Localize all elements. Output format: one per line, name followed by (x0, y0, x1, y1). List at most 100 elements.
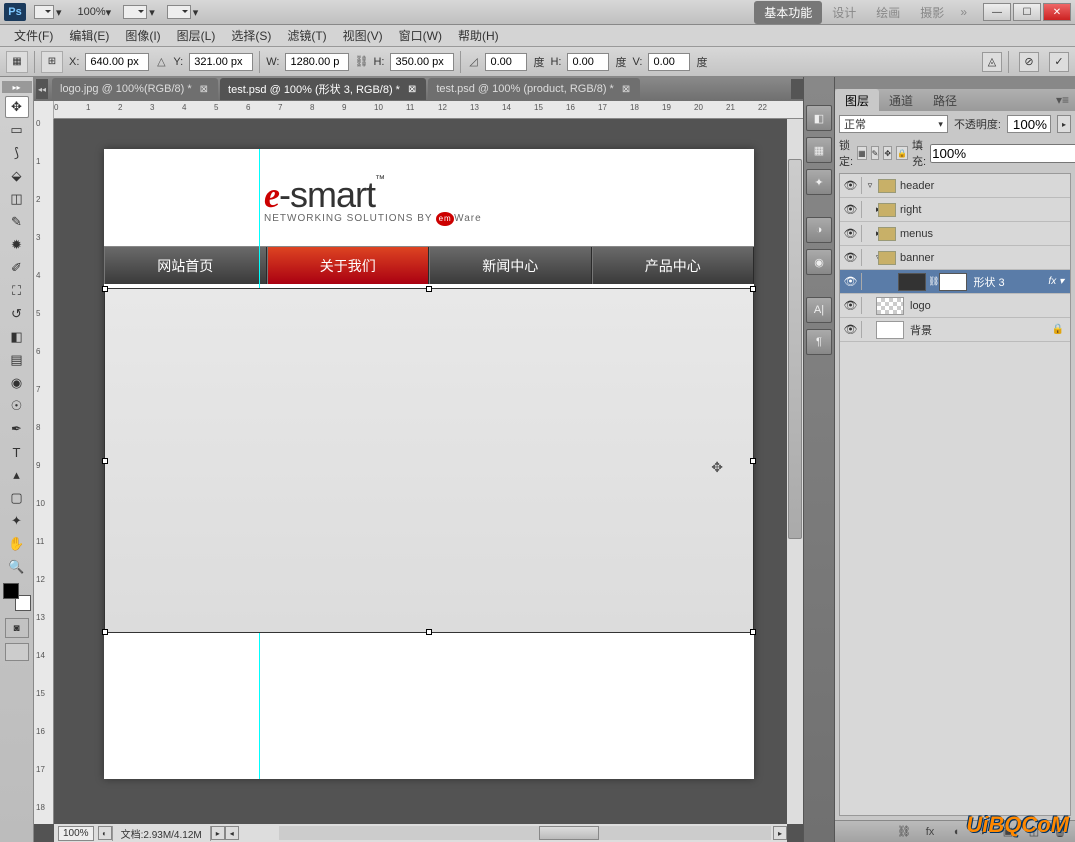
shape-tool[interactable]: ▢ (5, 487, 29, 509)
h-input[interactable] (390, 53, 454, 71)
document-tab[interactable]: test.psd @ 100% (product, RGB/8) *⊠ (428, 78, 640, 100)
marquee-tool[interactable]: ▭ (5, 119, 29, 141)
visibility-icon[interactable]: 👁 (840, 297, 862, 314)
link-layers-icon[interactable]: ⛓ (895, 824, 913, 840)
panel-menu-icon[interactable]: ▾≡ (1050, 93, 1075, 107)
layer-name[interactable]: logo (910, 300, 931, 312)
stamp-tool[interactable]: ⛶ (5, 280, 29, 302)
canvas-viewport[interactable]: e-smart™ NETWORKING SOLUTIONS BY emWare … (54, 119, 803, 842)
menu-edit[interactable]: 编辑(E) (61, 25, 117, 46)
maximize-button[interactable]: ☐ (1013, 3, 1041, 21)
horizontal-scrollbar[interactable] (279, 826, 771, 840)
dock-adjust-icon[interactable]: ◑ (806, 217, 832, 243)
zoom-tool[interactable]: 🔍 (5, 556, 29, 578)
transform-handle[interactable] (750, 286, 756, 292)
panel-collapse-icon[interactable] (835, 77, 1075, 89)
blur-tool[interactable]: ◉ (5, 372, 29, 394)
visibility-icon[interactable]: 👁 (840, 249, 862, 266)
cancel-transform-button[interactable]: ⊘ (1019, 52, 1039, 72)
layer-name[interactable]: banner (900, 252, 934, 264)
pen-tool[interactable]: ✒ (5, 418, 29, 440)
transform-handle[interactable] (102, 286, 108, 292)
layer-name[interactable]: menus (900, 228, 933, 240)
dock-para-icon[interactable]: ¶ (806, 329, 832, 355)
transform-handle[interactable] (102, 629, 108, 635)
lock-pixels-icon[interactable]: ✎ (871, 146, 880, 160)
x-input[interactable] (85, 53, 149, 71)
menu-layer[interactable]: 图层(L) (169, 25, 224, 46)
layer-row[interactable]: 👁 ▿ banner (840, 246, 1070, 270)
eraser-tool[interactable]: ◧ (5, 326, 29, 348)
lock-position-icon[interactable]: ✥ (883, 146, 892, 160)
tool-preset-icon[interactable]: ▦ (6, 51, 28, 73)
workspace-tab-painting[interactable]: 绘画 (866, 1, 910, 24)
minimize-button[interactable]: — (983, 3, 1011, 21)
group-toggle-icon[interactable]: ▿ (862, 180, 878, 191)
link-wh-icon[interactable]: ⛓ (355, 53, 367, 71)
layer-row[interactable]: 👁 ▿ header (840, 174, 1070, 198)
zoom-field[interactable]: 100% (58, 826, 94, 841)
3d-tool[interactable]: ✦ (5, 510, 29, 532)
brush-tool[interactable]: ✐ (5, 257, 29, 279)
layer-row[interactable]: 👁 logo (840, 294, 1070, 318)
close-tab-icon[interactable]: ⊠ (406, 84, 418, 95)
close-tab-icon[interactable]: ⊠ (620, 84, 632, 95)
scrollbar-thumb[interactable] (788, 159, 802, 539)
foreground-background-colors[interactable] (3, 583, 31, 611)
menu-image[interactable]: 图像(I) (117, 25, 168, 46)
quick-mask-button[interactable]: ◙ (5, 618, 29, 638)
opacity-input[interactable] (1007, 115, 1051, 133)
close-button[interactable]: ✕ (1043, 3, 1071, 21)
status-menu-icon[interactable]: ◐ (98, 826, 112, 840)
layer-name[interactable]: 形状 3 (973, 274, 1004, 290)
lasso-tool[interactable]: ⟆ (5, 142, 29, 164)
menu-help[interactable]: 帮助(H) (450, 25, 507, 46)
skewv-input[interactable] (648, 53, 690, 71)
y-input[interactable] (189, 53, 253, 71)
group-toggle-icon[interactable]: ▸ (862, 228, 878, 239)
delta-icon[interactable]: △ (155, 53, 167, 71)
dock-mask-icon[interactable]: ◉ (806, 249, 832, 275)
dock-color-icon[interactable]: ◧ (806, 105, 832, 131)
screenmode-button[interactable] (5, 643, 29, 661)
w-input[interactable] (285, 53, 349, 71)
path-select-tool[interactable]: ▴ (5, 464, 29, 486)
commit-transform-button[interactable]: ✓ (1049, 52, 1069, 72)
visibility-icon[interactable]: 👁 (840, 177, 862, 194)
zoom-level[interactable]: 100% ▾ (78, 6, 112, 19)
dodge-tool[interactable]: ☉ (5, 395, 29, 417)
tab-paths[interactable]: 路径 (923, 89, 967, 112)
transform-handle[interactable] (750, 629, 756, 635)
fill-input[interactable] (930, 144, 1075, 163)
fx-badge[interactable]: fx ▾ (1048, 276, 1064, 287)
transform-handle[interactable] (102, 458, 108, 464)
transform-anchor-icon[interactable]: ✥ (711, 459, 723, 476)
crop-tool[interactable]: ◫ (5, 188, 29, 210)
transform-handle[interactable] (426, 629, 432, 635)
layer-name[interactable]: header (900, 180, 934, 192)
rotate-input[interactable] (485, 53, 527, 71)
tab-layers[interactable]: 图层 (835, 89, 879, 112)
visibility-icon[interactable]: 👁 (840, 225, 862, 242)
opacity-popup-icon[interactable]: ▸ (1057, 115, 1071, 133)
workspace-tab-essentials[interactable]: 基本功能 (754, 1, 822, 24)
doctab-collapse-icon[interactable]: ◂◂ (36, 79, 48, 99)
layer-row[interactable]: 👁 ⛓ 形状 3 fx ▾ (840, 270, 1070, 294)
eyedropper-tool[interactable]: ✎ (5, 211, 29, 233)
close-tab-icon[interactable]: ⊠ (198, 84, 210, 95)
layer-row[interactable]: 👁 背景 🔒 (840, 318, 1070, 342)
transform-selection[interactable]: ✥ (104, 288, 754, 633)
ruler-origin-icon[interactable] (34, 101, 54, 119)
scroll-right-icon[interactable]: ▸ (773, 826, 787, 840)
menu-view[interactable]: 视图(V) (335, 25, 391, 46)
tab-channels[interactable]: 通道 (879, 89, 923, 112)
workspace-more-icon[interactable]: » (960, 5, 967, 19)
reference-point-icon[interactable]: ⊞ (41, 51, 63, 73)
layer-name[interactable]: 背景 (910, 322, 932, 338)
layer-name[interactable]: right (900, 204, 921, 216)
hand-tool[interactable]: ✋ (5, 533, 29, 555)
transform-handle[interactable] (750, 458, 756, 464)
gradient-tool[interactable]: ▤ (5, 349, 29, 371)
scrollbar-thumb[interactable] (539, 826, 599, 840)
document-tab[interactable]: test.psd @ 100% (形状 3, RGB/8) *⊠ (220, 78, 426, 100)
